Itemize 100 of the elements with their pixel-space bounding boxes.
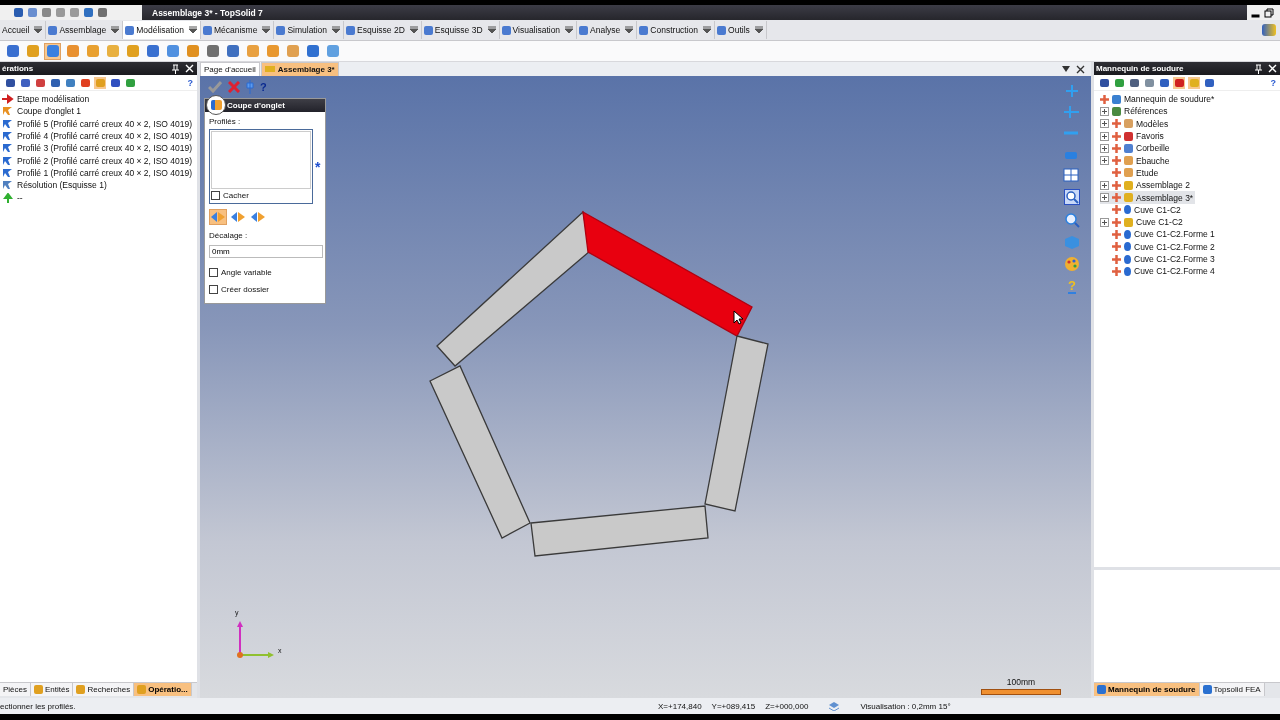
caret-icon[interactable]	[486, 26, 497, 34]
panel-tab[interactable]: Topsolid FEA	[1199, 683, 1265, 696]
caret-icon[interactable]	[33, 26, 44, 34]
tool-icon[interactable]	[144, 42, 161, 60]
checkmark-icon[interactable]	[208, 81, 222, 93]
palette-icon[interactable]	[1064, 256, 1080, 272]
layout-icon[interactable]	[1063, 168, 1081, 182]
operation-item[interactable]: Résolution (Esquisse 1)	[2, 179, 197, 192]
expand-icon[interactable]	[1100, 180, 1109, 190]
operation-item[interactable]: Profilé 1 (Profilé carré creux 40 × 2, ISO 4019)	[2, 166, 197, 180]
tree-item[interactable]: Cuve C1-C2	[1100, 215, 1185, 229]
tree-item[interactable]: Assemblage 3*	[1100, 191, 1196, 204]
ribbon-tab[interactable]: Esquisse 3D	[421, 21, 500, 39]
restore-icon[interactable]	[1264, 7, 1274, 18]
tool-icon[interactable]	[1098, 76, 1110, 89]
close-icon[interactable]	[1076, 64, 1085, 74]
operation-item[interactable]: Etape modélisation	[2, 93, 197, 106]
expand-icon[interactable]	[1100, 119, 1109, 129]
tree-item[interactable]: Cuve C1-C2.Forme 2	[1100, 240, 1217, 253]
tree-item[interactable]: Mannequin de soudure*	[1100, 93, 1217, 106]
cut-mode-button[interactable]	[229, 209, 247, 225]
caret-icon[interactable]	[624, 26, 635, 34]
caret-icon[interactable]	[110, 26, 121, 34]
search-icon[interactable]	[1064, 212, 1080, 228]
tree-item[interactable]: Favoris	[1100, 129, 1166, 143]
tree-item[interactable]: Cuve C1-C2	[1100, 203, 1183, 216]
operation-item[interactable]: Profilé 2 (Profilé carré creux 40 × 2, ISO 4019)	[2, 154, 197, 167]
help-button[interactable]: ?	[1270, 77, 1276, 88]
panel-tab[interactable]: Opératio...	[134, 683, 192, 696]
tool-icon[interactable]	[19, 76, 31, 89]
tool-icon[interactable]	[44, 42, 61, 60]
tool-icon[interactable]	[64, 76, 76, 89]
caret-icon[interactable]	[702, 26, 713, 34]
cut-mode-button[interactable]	[209, 209, 227, 225]
tool-icon[interactable]	[4, 42, 21, 60]
tool-icon[interactable]	[1143, 76, 1155, 89]
zoom-icon[interactable]	[1064, 189, 1080, 205]
caret-icon[interactable]	[1061, 65, 1071, 73]
tree-item[interactable]: Ebauche	[1100, 154, 1172, 167]
tree-item[interactable]: Cuve C1-C2.Forme 4	[1100, 265, 1217, 278]
panel-tab[interactable]: Recherches	[73, 683, 135, 696]
hide-checkbox[interactable]: Cacher	[211, 189, 311, 202]
ribbon-tab[interactable]: Accueil	[0, 21, 47, 39]
tool-icon[interactable]	[1128, 76, 1140, 89]
tool-icon[interactable]	[204, 42, 221, 60]
caret-icon[interactable]	[753, 26, 764, 34]
connection-icon[interactable]	[1262, 24, 1276, 36]
offset-input[interactable]: 0mm	[209, 245, 323, 258]
caret-icon[interactable]	[261, 26, 272, 34]
tree-item[interactable]: Références	[1100, 105, 1170, 118]
tree-item[interactable]: Corbeille	[1100, 142, 1172, 155]
cut-mode-button[interactable]	[249, 209, 267, 225]
tool-icon[interactable]	[109, 76, 121, 89]
tool-icon[interactable]	[34, 76, 46, 89]
tree-item[interactable]: Modèles	[1100, 117, 1171, 130]
tool-icon[interactable]	[79, 76, 91, 89]
caret-icon[interactable]	[564, 26, 575, 34]
tool-icon[interactable]	[1173, 76, 1185, 89]
option-checkbox[interactable]: Angle variable	[209, 264, 321, 281]
tree-item[interactable]: Cuve C1-C2.Forme 1	[1100, 228, 1217, 241]
tool-icon[interactable]	[124, 76, 136, 89]
expand-icon[interactable]	[1100, 156, 1109, 166]
tab-icon	[717, 25, 727, 35]
help-button[interactable]: ?	[187, 77, 193, 88]
expand-icon[interactable]	[1100, 193, 1109, 202]
operation-item[interactable]: Profilé 5 (Profilé carré creux 40 × 2, ISO 4019)	[2, 117, 197, 130]
operation-item[interactable]: Coupe d'onglet 1	[2, 105, 197, 118]
panel-tab[interactable]: Pièces	[0, 683, 31, 696]
ribbon-tab[interactable]: Analyse	[577, 21, 638, 39]
tool-icon[interactable]	[1113, 76, 1125, 89]
tool-icon[interactable]	[304, 42, 321, 60]
tree-item[interactable]: Cuve C1-C2.Forme 3	[1100, 252, 1217, 266]
tree-item[interactable]: Assemblage 2	[1100, 179, 1192, 192]
tool-icon[interactable]	[224, 42, 241, 60]
tool-icon[interactable]	[49, 76, 61, 89]
expand-icon[interactable]	[1100, 131, 1109, 141]
ribbon-tab[interactable]: Outils	[715, 21, 767, 39]
expand-icon[interactable]	[1100, 217, 1109, 227]
tool-icon[interactable]	[1158, 76, 1170, 89]
caret-icon[interactable]	[408, 26, 419, 34]
panel-tab[interactable]: Mannequin de soudure	[1094, 683, 1200, 696]
expand-icon[interactable]	[1100, 106, 1109, 116]
ribbon-tab[interactable]: Visualisation	[499, 21, 578, 39]
tool-icon[interactable]	[1203, 76, 1215, 89]
tool-icon[interactable]	[4, 76, 16, 89]
operation-item[interactable]: Profilé 4 (Profilé carré creux 40 × 2, ISO 4019)	[2, 129, 197, 143]
option-checkbox[interactable]: Créer dossier	[209, 281, 321, 298]
ribbon-tab[interactable]: Simulation	[274, 21, 345, 39]
profiles-list-field[interactable]: Cacher	[209, 129, 313, 204]
tree-item[interactable]: Etude	[1100, 166, 1161, 180]
caret-icon[interactable]	[331, 26, 342, 34]
expand-icon[interactable]	[1100, 143, 1109, 153]
ribbon-tab[interactable]: Modélisation	[123, 21, 201, 39]
ribbon-tab[interactable]: Esquisse 2D	[344, 21, 422, 39]
ribbon-tab[interactable]: Construction	[637, 21, 716, 39]
ribbon-tab[interactable]: Mécanisme	[200, 21, 275, 39]
operation-item[interactable]: --	[2, 191, 197, 204]
operation-item[interactable]: Profilé 3 (Profilé carré creux 40 × 2, ISO 4019)	[2, 142, 197, 155]
caret-icon[interactable]	[187, 26, 198, 34]
panel-tab[interactable]: Entités	[31, 683, 74, 696]
